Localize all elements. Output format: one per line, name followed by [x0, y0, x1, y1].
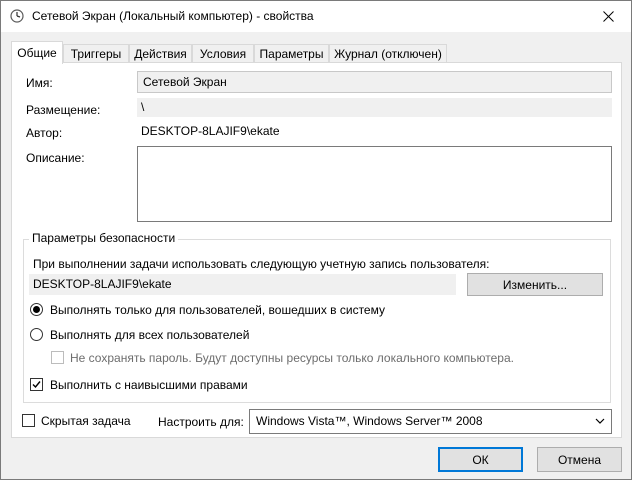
radio-all-users[interactable]	[30, 328, 43, 341]
tab-triggers[interactable]: Триггеры	[63, 44, 129, 63]
run-as-prompt: При выполнении задачи использовать следу…	[33, 257, 490, 271]
highest-privileges-label[interactable]: Выполнить с наивысшими правами	[50, 378, 248, 392]
configure-for-select[interactable]: Windows Vista™, Windows Server™ 2008	[249, 409, 612, 434]
configure-for-value: Windows Vista™, Windows Server™ 2008	[256, 414, 483, 428]
clock-icon	[10, 9, 24, 23]
close-icon	[602, 11, 614, 22]
account-field: DESKTOP-8LAJIF9\ekate	[29, 274, 456, 295]
no-store-password-label: Не сохранять пароль. Будут доступны ресу…	[70, 351, 514, 365]
radio-logged-on[interactable]	[30, 303, 43, 316]
tab-history[interactable]: Журнал (отключен)	[329, 44, 447, 63]
chevron-down-icon	[595, 418, 605, 424]
window-title: Сетевой Экран (Локальный компьютер) - св…	[32, 9, 314, 23]
radio-logged-on-label[interactable]: Выполнять только для пользователей, воше…	[50, 303, 385, 317]
tab-settings[interactable]: Параметры	[254, 44, 329, 63]
name-field[interactable]: Сетевой Экран	[137, 71, 612, 93]
tab-actions[interactable]: Действия	[129, 44, 192, 63]
tab-general[interactable]: Общие	[11, 41, 63, 64]
title-bar: Сетевой Экран (Локальный компьютер) - св…	[1, 1, 631, 32]
configure-for-label: Настроить для:	[158, 415, 244, 429]
close-button[interactable]	[585, 1, 631, 32]
location-value: \	[137, 98, 612, 117]
hidden-task-label[interactable]: Скрытая задача	[41, 414, 131, 428]
tab-conditions[interactable]: Условия	[192, 44, 254, 63]
highest-privileges-checkbox[interactable]	[30, 378, 43, 391]
no-store-password-checkbox[interactable]	[51, 351, 64, 364]
author-value: DESKTOP-8LAJIF9\ekate	[137, 122, 612, 142]
ok-button[interactable]: ОК	[438, 447, 523, 472]
properties-dialog: Сетевой Экран (Локальный компьютер) - св…	[0, 0, 632, 480]
security-options-title: Параметры безопасности	[29, 231, 179, 245]
cancel-button[interactable]: Отмена	[537, 447, 622, 472]
checkmark-icon	[32, 381, 41, 389]
location-label: Размещение:	[26, 103, 101, 117]
description-label: Описание:	[26, 151, 85, 165]
author-label: Автор:	[26, 126, 63, 140]
hidden-task-checkbox[interactable]	[22, 414, 35, 427]
radio-selected-dot	[33, 306, 40, 313]
radio-all-users-label[interactable]: Выполнять для всех пользователей	[50, 328, 249, 342]
description-textarea[interactable]	[137, 146, 612, 222]
name-label: Имя:	[26, 76, 53, 90]
change-user-button[interactable]: Изменить...	[467, 273, 603, 296]
